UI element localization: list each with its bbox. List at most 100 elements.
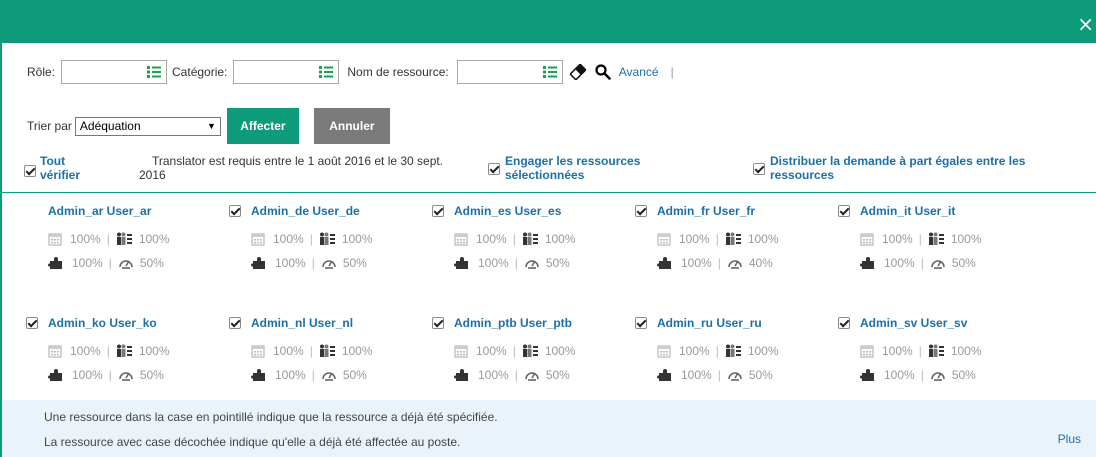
resource-stats-row-2: 100% | 50%: [251, 256, 367, 270]
match-value: 100%: [747, 232, 779, 246]
resource-name-link[interactable]: Admin_nl User_nl: [251, 316, 441, 330]
puzzle-icon: [48, 368, 68, 382]
stat-divider: |: [108, 256, 112, 270]
resource-card: Admin_es User_es 100% | 100% 100% | 50%: [432, 204, 644, 274]
resource-card: Admin_ptb User_ptb 100% | 100% 100% | 50%: [432, 316, 644, 386]
resource-name-link[interactable]: Admin_fr User_fr: [657, 204, 847, 218]
distribute-checkbox[interactable]: [753, 163, 765, 175]
people-match-icon: [928, 232, 948, 246]
distribute-link[interactable]: Distribuer la demande à part égales entr…: [770, 154, 1025, 182]
availability-value: 100%: [70, 344, 101, 358]
resource-name-link[interactable]: Admin_de User_de: [251, 204, 441, 218]
more-link[interactable]: Plus: [1058, 432, 1081, 446]
availability-value: 100%: [679, 344, 710, 358]
cancel-button[interactable]: Annuler: [313, 108, 390, 144]
resource-stats-row-2: 100% | 50%: [454, 368, 570, 382]
footer-note-1: Une ressource dans la case en pointillé …: [44, 410, 498, 424]
people-match-icon: [928, 344, 948, 358]
gauge-icon: [727, 368, 747, 382]
list-picker-icon[interactable]: [147, 66, 162, 78]
match-value: 100%: [138, 232, 170, 246]
calendar-icon: [48, 344, 66, 358]
search-icon[interactable]: [595, 64, 611, 80]
requirement-info-line1: Translator est requis entre le 1 août 20…: [152, 154, 444, 168]
match-value: 100%: [341, 344, 373, 358]
resource-name-label: Nom de ressource:: [347, 65, 449, 79]
separator: |: [670, 65, 674, 79]
engage-link[interactable]: Engager les ressources sélectionnées: [505, 154, 640, 182]
resource-checkbox[interactable]: [229, 205, 241, 217]
assign-button[interactable]: Affecter: [226, 108, 299, 144]
resource-name-link[interactable]: Admin_ptb User_ptb: [454, 316, 644, 330]
sort-select[interactable]: Adéquation ▼: [74, 116, 221, 136]
resource-checkbox[interactable]: [229, 317, 241, 329]
match-value: 100%: [544, 232, 576, 246]
resource-checkbox[interactable]: [432, 317, 444, 329]
calendar-icon: [860, 232, 878, 246]
stat-divider: |: [309, 232, 313, 246]
resource-checkbox[interactable]: [635, 317, 647, 329]
resource-card: Admin_fr User_fr 100% | 100% 100% | 40%: [635, 204, 847, 274]
calendar-icon: [657, 232, 675, 246]
puzzle-icon: [454, 256, 474, 270]
resource-checkbox[interactable]: [838, 205, 850, 217]
load-value: 50%: [545, 256, 570, 270]
resource-checkbox[interactable]: [838, 317, 850, 329]
gauge-icon: [321, 256, 341, 270]
role-picker[interactable]: [61, 60, 168, 84]
resource-stats-row-2: 100% | 50%: [860, 368, 976, 382]
check-all-line2: vérifier: [40, 168, 81, 182]
resource-name-link[interactable]: Admin_ko User_ko: [48, 316, 238, 330]
people-match-icon: [522, 344, 542, 358]
dialog-title-bar: ×: [0, 0, 1096, 43]
resource-stats-row-1: 100% | 100%: [657, 232, 779, 246]
close-icon[interactable]: ×: [1077, 14, 1094, 34]
list-picker-icon[interactable]: [542, 66, 557, 78]
resource-name-link[interactable]: Admin_it User_it: [860, 204, 1050, 218]
people-match-icon: [319, 232, 339, 246]
check-all-link[interactable]: Tout vérifier: [40, 154, 80, 182]
stat-divider: |: [512, 232, 516, 246]
match-value: 100%: [747, 344, 779, 358]
availability-value: 100%: [476, 232, 507, 246]
advanced-link[interactable]: Avancé: [619, 65, 659, 79]
skills-value: 100%: [884, 368, 915, 382]
puzzle-icon: [657, 368, 677, 382]
resource-name-link[interactable]: Admin_ar User_ar: [48, 204, 238, 218]
sort-select-value: Adéquation: [79, 119, 141, 133]
engage-checkbox[interactable]: [488, 163, 500, 175]
resource-name-link[interactable]: Admin_sv User_sv: [860, 316, 1050, 330]
load-value: 50%: [139, 256, 164, 270]
puzzle-icon: [251, 256, 271, 270]
puzzle-icon: [860, 368, 880, 382]
resource-checkbox[interactable]: [26, 317, 38, 329]
resource-stats-row-1: 100% | 100%: [657, 344, 779, 358]
resource-name-link[interactable]: Admin_es User_es: [454, 204, 644, 218]
resource-card: Admin_de User_de 100% | 100% 100% | 50%: [229, 204, 441, 274]
load-value: 50%: [545, 368, 570, 382]
stat-divider: |: [311, 256, 315, 270]
gauge-icon: [524, 368, 544, 382]
stat-divider: |: [717, 368, 721, 382]
load-value: 50%: [951, 368, 976, 382]
puzzle-icon: [860, 256, 880, 270]
category-picker[interactable]: [233, 60, 340, 84]
eraser-icon[interactable]: [569, 64, 587, 80]
puzzle-icon: [657, 256, 677, 270]
resource-checkbox[interactable]: [432, 205, 444, 217]
list-picker-icon[interactable]: [319, 66, 334, 78]
load-value: 50%: [342, 368, 367, 382]
sort-label: Trier par: [27, 119, 72, 133]
gauge-icon: [930, 368, 950, 382]
stat-divider: |: [108, 368, 112, 382]
stat-divider: |: [309, 344, 313, 358]
puzzle-icon: [48, 256, 68, 270]
stat-divider: |: [514, 256, 518, 270]
availability-value: 100%: [70, 232, 101, 246]
resource-checkbox[interactable]: [635, 205, 647, 217]
resource-name-picker[interactable]: [456, 60, 563, 84]
resource-stats-row-1: 100% | 100%: [251, 344, 373, 358]
check-all-checkbox[interactable]: [24, 165, 36, 177]
category-label: Catégorie:: [172, 65, 228, 79]
resource-name-link[interactable]: Admin_ru User_ru: [657, 316, 847, 330]
